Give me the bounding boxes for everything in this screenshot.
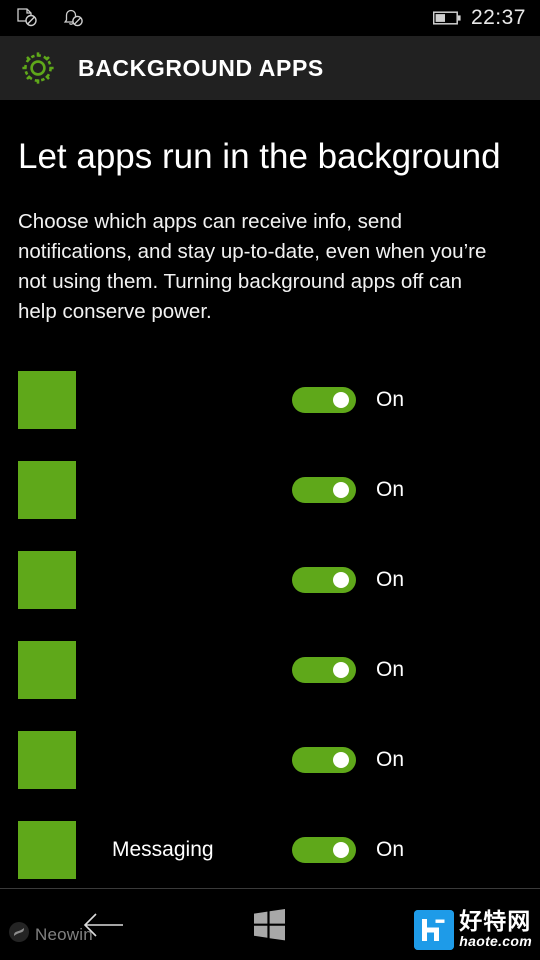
app-toggle-group[interactable]: On bbox=[292, 445, 404, 535]
background-app-toggle[interactable] bbox=[292, 656, 356, 683]
battery-icon bbox=[432, 10, 461, 26]
system-nav-bar: Neowin 好特网 haote.com bbox=[0, 889, 540, 960]
status-bar-right: 22:37 bbox=[432, 0, 526, 36]
haote-url-label: haote.com bbox=[459, 933, 532, 949]
list-item[interactable]: On bbox=[0, 535, 540, 625]
app-toggle-group[interactable]: On bbox=[292, 805, 404, 889]
status-bar-icons bbox=[0, 6, 86, 30]
toggle-knob bbox=[333, 661, 349, 678]
app-tile-placeholder bbox=[18, 640, 76, 699]
toggle-knob bbox=[333, 391, 349, 408]
app-tile-placeholder bbox=[18, 370, 76, 429]
app-toggle-group[interactable]: On bbox=[292, 535, 404, 625]
app-tile-placeholder bbox=[18, 460, 76, 519]
haote-watermark-text: 好特网 haote.com bbox=[459, 909, 532, 950]
app-toggle-group[interactable]: On bbox=[292, 715, 404, 805]
toggle-knob bbox=[333, 481, 349, 498]
list-item[interactable]: On bbox=[0, 355, 540, 445]
background-app-toggle[interactable] bbox=[292, 476, 356, 503]
app-tile-placeholder bbox=[18, 550, 76, 609]
neowin-watermark: Neowin bbox=[8, 921, 93, 948]
haote-cn-label: 好特网 bbox=[459, 909, 532, 935]
section-description: Choose which apps can receive info, send… bbox=[18, 209, 487, 323]
background-app-toggle[interactable] bbox=[292, 566, 356, 593]
phone-screen: 22:37 BACKGROUND APPS Let apps run in th… bbox=[0, 0, 540, 960]
toggle-knob bbox=[333, 841, 349, 858]
toggle-state-label: On bbox=[376, 747, 405, 771]
toggle-knob bbox=[333, 571, 349, 588]
page-title: BACKGROUND APPS bbox=[78, 54, 324, 81]
section-heading: Let apps run in the background bbox=[18, 137, 501, 176]
app-toggle-group[interactable]: On bbox=[292, 625, 404, 715]
haote-logo-icon bbox=[414, 910, 455, 950]
windows-start-icon[interactable] bbox=[251, 906, 289, 944]
list-item[interactable]: On bbox=[0, 445, 540, 535]
list-item[interactable]: Messaging On bbox=[0, 805, 540, 889]
settings-content: Let apps run in the background Choose wh… bbox=[0, 100, 540, 888]
background-app-toggle[interactable] bbox=[292, 386, 356, 413]
background-apps-list: On On On On On Messaging On bbox=[0, 355, 540, 889]
settings-gear-icon bbox=[18, 48, 58, 88]
neowin-logo-icon bbox=[8, 921, 30, 948]
list-item[interactable]: On bbox=[0, 625, 540, 715]
toggle-state-label: On bbox=[376, 567, 405, 591]
haote-watermark: 好特网 haote.com bbox=[414, 910, 532, 950]
toggle-state-label: On bbox=[376, 387, 405, 411]
background-app-toggle[interactable] bbox=[292, 836, 356, 863]
list-item[interactable]: On bbox=[0, 715, 540, 805]
driving-mode-off-icon bbox=[14, 6, 40, 30]
status-bar: 22:37 bbox=[0, 0, 540, 36]
toggle-state-label: On bbox=[376, 657, 405, 681]
app-tile-placeholder bbox=[18, 820, 76, 879]
toggle-state-label: On bbox=[376, 477, 405, 501]
neowin-watermark-text: Neowin bbox=[35, 924, 93, 944]
quiet-hours-icon bbox=[60, 6, 86, 30]
status-bar-clock: 22:37 bbox=[470, 6, 526, 29]
app-tile-placeholder bbox=[18, 730, 76, 789]
app-toggle-group[interactable]: On bbox=[292, 355, 404, 445]
toggle-state-label: On bbox=[376, 837, 405, 861]
toggle-knob bbox=[333, 751, 349, 768]
background-app-toggle[interactable] bbox=[292, 746, 356, 773]
page-header: BACKGROUND APPS bbox=[0, 36, 540, 100]
